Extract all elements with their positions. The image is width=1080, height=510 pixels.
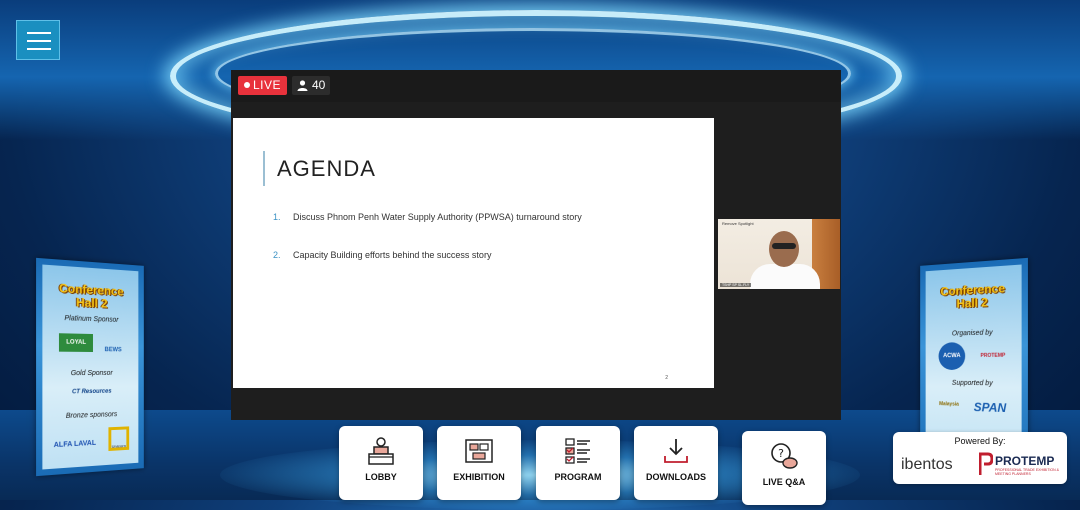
agenda-number: 1.: [273, 212, 281, 222]
alfa-laval-logo: ALFA LAVAL: [53, 439, 97, 450]
ibentos-logo: ibentos: [901, 456, 953, 473]
slide-title: AGENDA: [277, 156, 376, 181]
download-icon: [664, 439, 688, 463]
speaker-sunglasses: [772, 243, 796, 249]
checklist-icon: [565, 438, 590, 464]
banner-panel: Conference Hall 2 Platinum Sponsor LOYAL…: [42, 264, 139, 470]
viewer-count-badge: 40: [292, 76, 331, 95]
menu-line-icon: [27, 48, 51, 50]
acwa-logo: ACWA: [938, 342, 966, 370]
powered-by-box: Powered By: ibentos PROTEMP PROFESSIONAL…: [893, 432, 1067, 484]
video-player[interactable]: LIVE 40 AGENDA 1. Discuss Phnom Penh Wate…: [231, 70, 841, 420]
lobby-desk-icon: [368, 437, 394, 465]
speaker-name-tag: TSHP SP SL.FLY: [720, 283, 752, 287]
supported-by-label: Supported by: [951, 379, 993, 388]
speaker-head: [769, 231, 799, 267]
powered-by-label: Powered By:: [954, 436, 1006, 446]
platinum-sponsor-label: Platinum Sponsor: [64, 315, 119, 324]
nav-label: LIVE Q&A: [762, 477, 806, 487]
malaysia-crest-logo: Malaysia: [939, 401, 959, 408]
nav-label: LOBBY: [365, 472, 397, 482]
chat-question-icon: ?: [771, 443, 798, 469]
hamburger-menu-button[interactable]: [16, 20, 60, 60]
agenda-item: 2. Capacity Building efforts behind the s…: [273, 250, 491, 260]
presentation-slide: AGENDA 1. Discuss Phnom Penh Water Supply…: [233, 118, 714, 388]
protemp-mark-icon: [979, 452, 993, 475]
speaker-body: [750, 264, 820, 289]
nav-lobby-button[interactable]: LOBBY: [339, 426, 423, 500]
ct-resources-logo: CT Resources: [71, 388, 112, 396]
player-topbar: LIVE 40: [231, 70, 841, 102]
remove-spotlight-label[interactable]: Remove Spotlight: [722, 221, 754, 226]
nav-label: EXHIBITION: [453, 472, 505, 482]
banner-title: Conference Hall 2: [42, 281, 138, 312]
protemp-tagline: PROFESSIONAL TRADE EXHIBITION & MEETING …: [995, 468, 1059, 476]
speaker-video-tile[interactable]: Remove Spotlight TSHP SP SL.FLY: [718, 219, 840, 289]
svg-text:?: ?: [778, 447, 784, 460]
menu-line-icon: [27, 32, 51, 34]
live-badge: LIVE: [238, 76, 288, 95]
person-icon: [297, 80, 308, 91]
left-sponsor-banner: Conference Hall 2 Platinum Sponsor LOYAL…: [36, 257, 144, 477]
nav-downloads-button[interactable]: DOWNLOADS: [634, 426, 718, 500]
bews-logo: BEWS: [104, 347, 122, 354]
nav-label: DOWNLOADS: [646, 472, 706, 482]
agenda-item: 1. Discuss Phnom Penh Water Supply Author…: [273, 212, 582, 222]
agenda-text: Discuss Phnom Penh Water Supply Authorit…: [293, 212, 582, 222]
agenda-number: 2.: [273, 250, 281, 260]
slide-accent-bar: [263, 151, 265, 186]
viewer-count: 40: [312, 78, 326, 92]
banner-title: Conference Hall 2: [926, 281, 1022, 312]
organised-by-label: Organised by: [951, 329, 993, 338]
exhibition-booth-icon: [465, 439, 493, 463]
protemp-logo: PROTEMP: [980, 352, 1006, 359]
nav-live-qa-button[interactable]: ? LIVE Q&A: [742, 431, 826, 505]
slide-page-number: 2: [665, 375, 668, 381]
live-label: LIVE: [253, 78, 282, 92]
nav-label: PROGRAM: [554, 472, 602, 482]
menu-line-icon: [27, 40, 51, 42]
meeting-view: AGENDA 1. Discuss Phnom Penh Water Supply…: [231, 102, 841, 420]
bronze-sponsor-label: Bronze sponsors: [65, 411, 118, 420]
live-dot-icon: [244, 82, 250, 88]
gold-sponsor-label: Gold Sponsor: [70, 369, 113, 378]
protemp-logo: PROTEMP: [995, 454, 1055, 468]
unicorn-logo: Unicorn: [108, 426, 130, 452]
nav-exhibition-button[interactable]: EXHIBITION: [437, 426, 521, 500]
span-logo: SPAN: [973, 400, 1007, 416]
nav-program-button[interactable]: PROGRAM: [536, 426, 620, 500]
loyal-logo: LOYAL: [58, 333, 93, 353]
agenda-text: Capacity Building efforts behind the suc…: [293, 250, 492, 260]
